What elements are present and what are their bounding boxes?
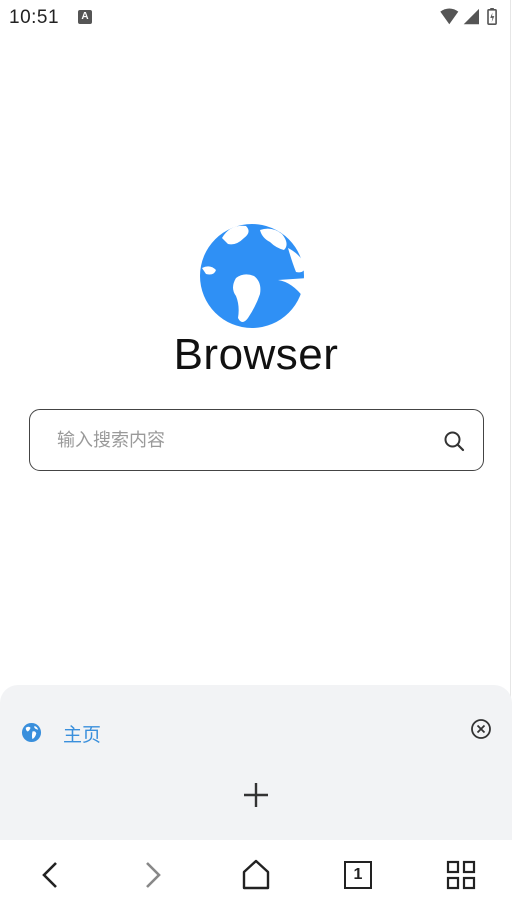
brand-title: Browser xyxy=(173,330,339,379)
tab-item-home[interactable]: 主页 xyxy=(0,707,512,757)
tabs-panel: 主页 xyxy=(0,685,512,840)
add-tab-button[interactable] xyxy=(238,777,274,813)
status-time: 10:51 xyxy=(9,7,60,28)
a-notification-icon xyxy=(78,10,92,24)
bottom-nav: 1 xyxy=(0,840,512,910)
back-icon[interactable] xyxy=(33,857,69,893)
status-icons xyxy=(440,8,497,26)
globe-logo-icon xyxy=(200,218,308,328)
tab-count: 1 xyxy=(344,861,372,889)
plus-icon xyxy=(244,783,268,807)
search-box[interactable] xyxy=(29,409,484,471)
home-icon[interactable] xyxy=(238,857,274,893)
signal-icon xyxy=(463,8,479,25)
tabs-button[interactable]: 1 xyxy=(340,857,376,893)
globe-icon xyxy=(21,722,42,743)
tab-label: 主页 xyxy=(63,724,102,746)
status-bar: 10:51 xyxy=(0,0,512,36)
forward-icon[interactable] xyxy=(134,857,170,893)
search-icon[interactable] xyxy=(443,430,465,452)
battery-charging-icon xyxy=(487,8,497,26)
menu-grid-icon[interactable] xyxy=(443,857,479,893)
close-circle-icon[interactable] xyxy=(470,718,492,740)
search-input[interactable] xyxy=(57,426,417,454)
wifi-icon xyxy=(440,8,459,25)
